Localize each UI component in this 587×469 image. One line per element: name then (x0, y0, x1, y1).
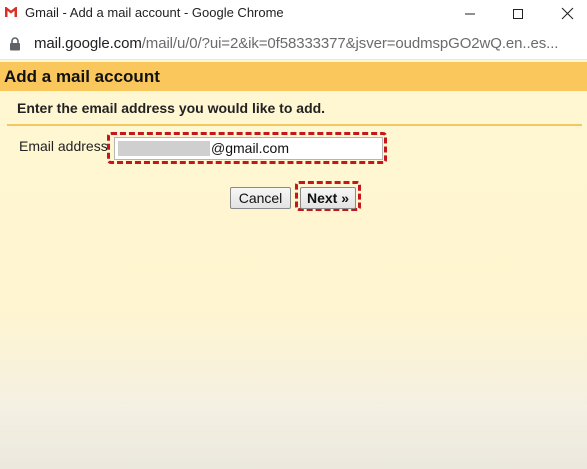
title-bar[interactable]: Gmail - Add a mail account - Google Chro… (0, 0, 587, 27)
next-button[interactable]: Next » (300, 187, 356, 209)
browser-window: Gmail - Add a mail account - Google Chro… (0, 0, 587, 469)
page-content: Add a mail account Enter the email addre… (0, 60, 587, 469)
gmail-logo-icon (5, 7, 17, 17)
email-address-input[interactable]: @gmail.com (114, 137, 383, 160)
cancel-button[interactable]: Cancel (230, 187, 291, 209)
minimize-icon (465, 13, 475, 14)
page-header: Add a mail account (0, 62, 587, 91)
url-path: /mail/u/0/?ui=2&ik=0f58333377&jsver=oudm… (141, 35, 559, 52)
window-title: Gmail - Add a mail account - Google Chro… (25, 5, 284, 20)
url-domain: mail.google.com (34, 35, 142, 52)
close-icon (561, 7, 573, 20)
redacted-text (118, 141, 210, 156)
divider (7, 124, 582, 126)
minimize-button[interactable] (448, 0, 492, 27)
url-text[interactable]: mail.google.com/mail/u/0/?ui=2&ik=0f5833… (34, 35, 582, 52)
maximize-icon (513, 8, 523, 19)
instructions-text: Enter the email address you would like t… (17, 100, 326, 116)
close-button[interactable] (545, 0, 587, 27)
maximize-button[interactable] (496, 0, 540, 27)
lock-icon[interactable] (9, 37, 21, 51)
page-title: Add a mail account (4, 67, 160, 86)
email-domain-value: @gmail.com (211, 140, 290, 156)
email-address-label: Email address (19, 138, 108, 154)
address-bar[interactable]: mail.google.com/mail/u/0/?ui=2&ik=0f5833… (0, 27, 587, 60)
